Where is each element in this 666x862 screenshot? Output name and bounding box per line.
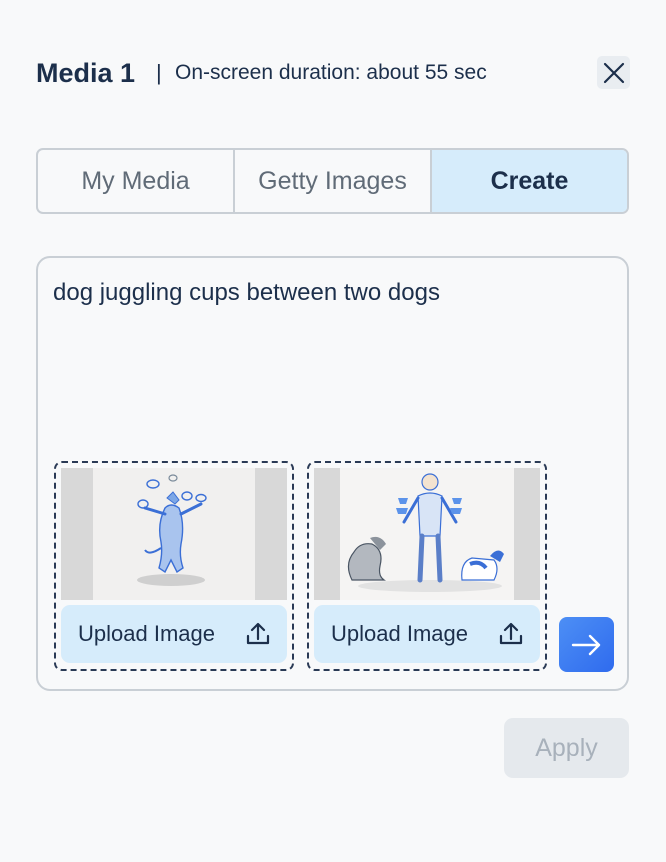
title-separator: |: [156, 60, 162, 85]
prompt-input[interactable]: dog juggling cups between two dogs: [53, 278, 440, 308]
prompt-box[interactable]: dog juggling cups between two dogs Uploa…: [36, 256, 629, 691]
tab-my-media[interactable]: My Media: [38, 150, 233, 212]
upload-image-label: Upload Image: [78, 621, 215, 646]
tab-getty-images[interactable]: Getty Images: [233, 150, 430, 212]
upload-icon: [499, 622, 523, 645]
generated-image-card-1[interactable]: Upload Image: [54, 461, 294, 671]
generated-image-2[interactable]: [314, 468, 540, 600]
arrow-right-icon: [571, 634, 600, 655]
duration-label: On-screen duration: about 55 sec: [175, 61, 487, 84]
panel-title: Media 1: [36, 58, 136, 88]
close-button[interactable]: [597, 56, 630, 89]
upload-image-button-1[interactable]: Upload Image: [61, 605, 287, 663]
generated-image-1[interactable]: [61, 468, 287, 600]
tab-create[interactable]: Create: [430, 150, 627, 212]
generated-image-card-2[interactable]: Upload Image: [307, 461, 547, 671]
generate-button[interactable]: [559, 617, 614, 672]
apply-button[interactable]: Apply: [504, 718, 629, 778]
upload-image-button-2[interactable]: Upload Image: [314, 605, 540, 663]
close-icon: [603, 62, 624, 83]
header: Media 1 | On-screen duration: about 55 s…: [36, 56, 630, 92]
source-tabs: My Media Getty Images Create: [36, 148, 629, 214]
upload-image-label: Upload Image: [331, 621, 468, 646]
upload-icon: [246, 622, 270, 645]
